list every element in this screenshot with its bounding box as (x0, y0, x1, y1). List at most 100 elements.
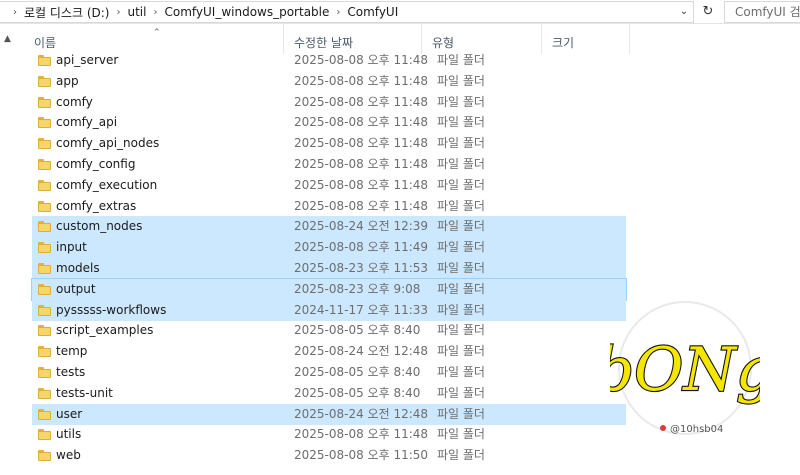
file-row[interactable]: output 2025-08-23 오후 9:08 파일 폴더 (31, 277, 627, 301)
file-name: comfy_api (56, 115, 118, 130)
column-date-label: 수정한 날짜 (294, 36, 354, 50)
file-name: tests-unit (56, 385, 113, 400)
file-type: 파일 폴더 (437, 406, 485, 421)
file-modified-date: 2025-08-08 오후 11:48 (294, 53, 429, 67)
file-row[interactable]: tests 2025-08-05 오후 8:40 파일 폴더 (32, 362, 626, 383)
file-row[interactable]: app 2025-08-08 오후 11:48 파일 폴더 (32, 71, 626, 92)
address-bar[interactable]: › 로컬 디스크 (D:) › util › ComfyUI_windows_p… (0, 1, 694, 23)
file-row[interactable]: comfy_extras 2025-08-08 오후 11:48 파일 폴더 (32, 196, 626, 217)
folder-icon (38, 200, 51, 212)
file-row[interactable]: custom_nodes 2025-08-24 오전 12:39 파일 폴더 (32, 216, 626, 238)
folder-icon (38, 450, 51, 462)
navigation-pane-scrollbar[interactable]: ▲ (0, 24, 18, 475)
file-name: output (56, 281, 96, 296)
location-pin-icon (660, 425, 666, 431)
file-name: temp (56, 344, 88, 359)
folder-icon (38, 55, 51, 66)
file-row[interactable]: comfy_api 2025-08-08 오후 11:48 파일 폴더 (32, 112, 626, 133)
file-row[interactable]: tests-unit 2025-08-05 오후 8:40 파일 폴더 (32, 383, 626, 404)
file-name: user (56, 406, 83, 421)
folder-icon (38, 138, 51, 150)
file-type: 파일 폴더 (437, 302, 485, 317)
file-type: 파일 폴더 (437, 344, 485, 359)
file-row[interactable]: pysssss-workflows 2024-11-17 오후 11:33 파일 폴… (32, 299, 626, 321)
folder-icon (38, 346, 51, 358)
folder-icon (38, 117, 51, 129)
folder-icon (38, 159, 51, 170)
file-type: 파일 폴더 (437, 427, 485, 442)
breadcrumb-chevron-icon[interactable]: › (153, 7, 157, 18)
folder-icon (38, 96, 51, 108)
breadcrumb-comfyui-portable[interactable]: ComfyUI_windows_portable (164, 5, 329, 19)
folder-icon (38, 304, 51, 316)
file-row[interactable]: script_examples 2025-08-05 오후 8:40 파일 폴더 (32, 320, 626, 341)
file-modified-date: 2025-08-23 오후 9:08 (294, 281, 421, 296)
file-name: comfy_execution (56, 177, 158, 192)
file-name: script_examples (56, 323, 154, 338)
file-modified-date: 2025-08-08 오후 11:48 (294, 73, 429, 88)
breadcrumb-comfyui[interactable]: ComfyUI (347, 5, 398, 19)
file-modified-date: 2025-08-24 오전 12:39 (294, 219, 429, 234)
address-bar-area: › 로컬 디스크 (D:) › util › ComfyUI_windows_p… (0, 0, 800, 24)
folder-icon (38, 179, 51, 191)
breadcrumb-drive[interactable]: 로컬 디스크 (D:) (24, 4, 109, 21)
file-modified-date: 2025-08-08 오후 11:48 (294, 115, 429, 130)
file-type: 파일 폴더 (437, 136, 485, 151)
search-input[interactable]: ComfyUI 검 (724, 1, 800, 23)
file-modified-date: 2025-08-08 오후 11:49 (294, 240, 429, 255)
breadcrumb-util[interactable]: util (127, 5, 146, 19)
file-type: 파일 폴더 (437, 323, 485, 338)
file-row[interactable]: comfy_api_nodes 2025-08-08 오후 11:48 파일 폴더 (32, 133, 626, 154)
file-modified-date: 2025-08-08 오후 11:50 (294, 448, 429, 463)
file-row[interactable]: api_server 2025-08-08 오후 11:48 파일 폴더 (32, 50, 626, 71)
file-type: 파일 폴더 (437, 219, 485, 234)
scroll-up-arrow-icon[interactable]: ▲ (4, 34, 11, 44)
folder-icon (38, 367, 51, 378)
breadcrumb-root-chevron-icon[interactable]: › (13, 7, 17, 18)
file-modified-date: 2025-08-08 오후 11:48 (294, 427, 429, 442)
file-type: 파일 폴더 (437, 157, 485, 171)
file-row[interactable]: comfy 2025-08-08 오후 11:48 파일 폴더 (32, 92, 626, 113)
file-type: 파일 폴더 (437, 281, 485, 296)
sort-ascending-icon: ⌃ (153, 28, 161, 38)
file-name: comfy_extras (56, 198, 137, 213)
file-row[interactable]: input 2025-08-08 오후 11:49 파일 폴더 (32, 237, 626, 259)
folder-icon (38, 263, 51, 274)
file-row[interactable]: models 2025-08-23 오후 11:53 파일 폴더 (32, 258, 626, 279)
file-modified-date: 2025-08-08 오후 11:48 (294, 157, 429, 171)
folder-icon (38, 242, 51, 254)
file-name: api_server (56, 53, 119, 67)
file-type: 파일 폴더 (437, 53, 485, 67)
watermark-handle: @10hsb04 (670, 424, 723, 435)
file-row[interactable]: utils 2025-08-08 오후 11:48 파일 폴더 (32, 424, 626, 445)
file-name: comfy_api_nodes (56, 136, 160, 151)
file-name: comfy_config (56, 157, 136, 171)
address-history-dropdown-icon[interactable]: ⌄ (677, 5, 691, 19)
breadcrumb-chevron-icon[interactable]: › (336, 7, 340, 18)
file-type: 파일 폴더 (437, 94, 485, 109)
file-type: 파일 폴더 (437, 115, 485, 130)
file-name: custom_nodes (56, 219, 143, 234)
folder-icon (38, 408, 51, 420)
file-row[interactable]: comfy_execution 2025-08-08 오후 11:48 파일 폴더 (32, 175, 626, 196)
watermark-logo-text: bONg (610, 335, 760, 405)
folder-icon (38, 429, 51, 441)
file-name: web (56, 448, 81, 463)
file-type: 파일 폴더 (437, 365, 485, 379)
breadcrumb-chevron-icon[interactable]: › (116, 7, 120, 18)
file-row[interactable]: temp 2025-08-24 오전 12:48 파일 폴더 (32, 341, 626, 362)
file-row[interactable]: web 2025-08-08 오후 11:50 파일 폴더 (32, 445, 626, 466)
file-name: tests (56, 365, 86, 379)
file-type: 파일 폴더 (437, 261, 485, 275)
folder-icon (38, 325, 51, 337)
file-row[interactable]: comfy_config 2025-08-08 오후 11:48 파일 폴더 (32, 154, 626, 175)
file-modified-date: 2024-11-17 오후 11:33 (294, 302, 429, 317)
file-modified-date: 2025-08-08 오후 11:48 (294, 94, 429, 109)
refresh-icon[interactable]: ↻ (698, 3, 718, 21)
file-name: app (56, 73, 79, 88)
folder-icon (38, 387, 51, 399)
file-row[interactable]: user 2025-08-24 오전 12:48 파일 폴더 (32, 403, 626, 425)
file-type: 파일 폴더 (437, 385, 485, 400)
file-name: comfy (56, 94, 93, 109)
watermark-logo: bONg @10hsb04 (610, 301, 760, 435)
